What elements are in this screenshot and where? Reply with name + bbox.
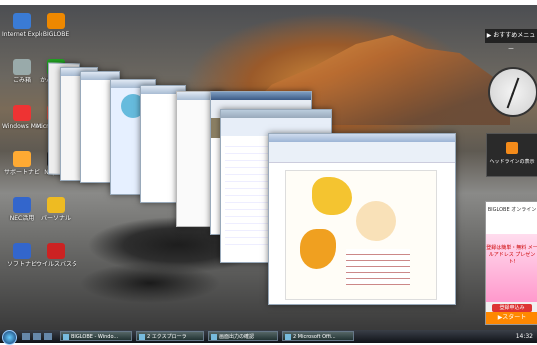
desktop-icon-label: ウイルスバスター: [36, 261, 76, 268]
media-icon: [13, 105, 31, 121]
task-icon: [285, 334, 291, 340]
flip3d-window-word[interactable]: [268, 133, 456, 305]
rss-gadget[interactable]: ヘッドラインの表示: [486, 133, 537, 177]
taskbar: BIGLOBE - Windo... 2 エクスプローラ 画面出力の確認 2 M…: [0, 330, 537, 345]
personal-icon: [47, 197, 65, 213]
biglobe-promo-gadget[interactable]: BIGLOBE オンライン 登録は簡単・無料 メールアドレス プレゼント! 登録…: [485, 201, 537, 325]
taskbar-button[interactable]: BIGLOBE - Windo...: [60, 331, 132, 341]
quicklaunch-flip3d-icon[interactable]: [44, 333, 52, 340]
biglobe-icon: [47, 13, 65, 29]
task-icon: [63, 334, 69, 340]
softnavi-icon: [13, 243, 31, 259]
desktop-icon[interactable]: BIGLOBE: [36, 13, 76, 38]
quicklaunch-desktop-icon[interactable]: [33, 333, 41, 340]
desktop-icon[interactable]: ウイルスバスター: [36, 243, 76, 268]
desktop-icon-label: パーソナル: [40, 215, 71, 222]
desktop-icon[interactable]: パーソナル: [36, 197, 76, 222]
ie-icon: [13, 13, 31, 29]
nec-icon: [13, 197, 31, 213]
promo-top: BIGLOBE オンライン: [486, 202, 537, 234]
promo-start-button[interactable]: ▶スタート: [486, 312, 537, 324]
task-icon: [139, 334, 145, 340]
clock-minute-hand: [511, 77, 520, 96]
task-label: 2 Microsoft Offi...: [293, 334, 336, 340]
support-icon: [13, 151, 31, 167]
recycle-bin-icon: [13, 59, 31, 75]
desktop: Internet Explorerごみ箱Windows MediaサポートナビN…: [0, 5, 537, 330]
rss-label: ヘッドラインの表示: [489, 159, 535, 165]
task-label: 2 エクスプローラ: [147, 334, 187, 340]
taskbar-button[interactable]: 2 Microsoft Offi...: [282, 331, 354, 341]
quicklaunch-ie-icon[interactable]: [22, 333, 30, 340]
desktop-icon-label: BIGLOBE: [42, 31, 70, 38]
clock-gadget: [488, 67, 537, 117]
rss-icon: [506, 142, 518, 154]
task-icon: [211, 334, 217, 340]
sidebar-menu[interactable]: ▶ おすすめメニュー: [485, 29, 537, 53]
taskbar-button[interactable]: 2 エクスプローラ: [136, 331, 204, 341]
promo-signup-button[interactable]: 登録申込み: [492, 304, 532, 312]
promo-mid: 登録は簡単・無料 メールアドレス プレゼント!: [486, 234, 537, 302]
task-label: BIGLOBE - Windo...: [71, 334, 119, 340]
virusbuster-icon: [47, 243, 65, 259]
task-label: 画面出力の確認: [219, 334, 255, 340]
tray-clock[interactable]: 14:32: [516, 330, 533, 343]
taskbar-button[interactable]: 画面出力の確認: [208, 331, 278, 341]
